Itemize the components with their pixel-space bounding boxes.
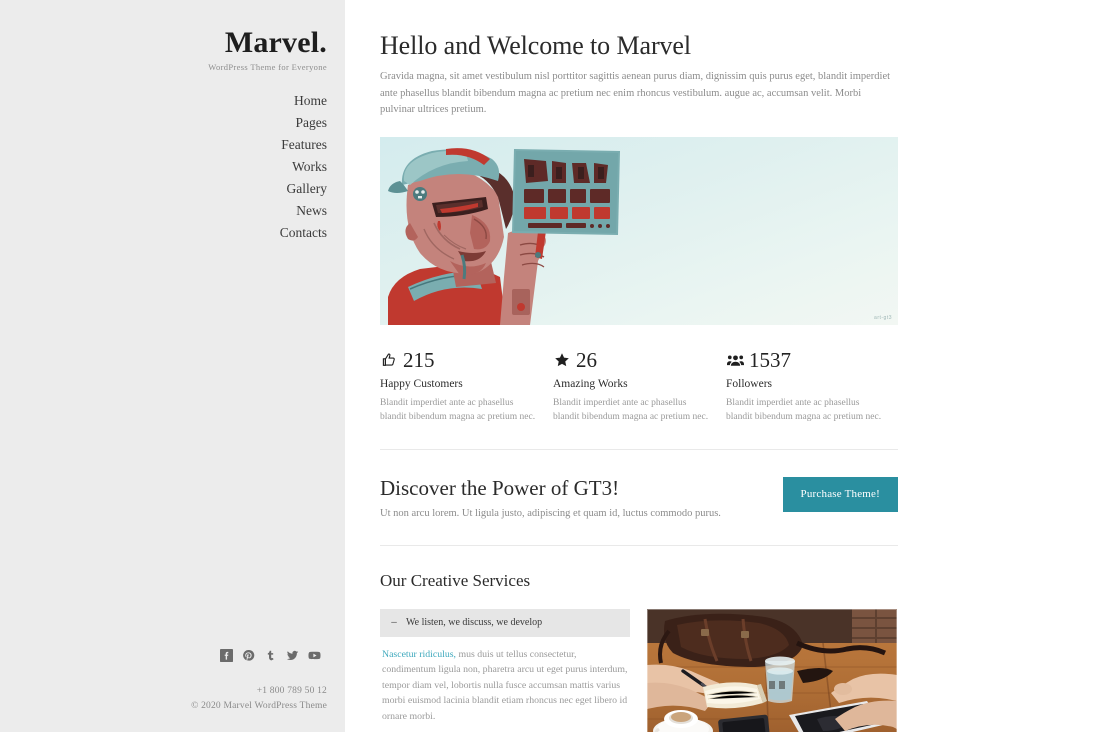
main-content: Hello and Welcome to Marvel Gravida magn…: [345, 0, 1100, 732]
cta-subtitle: Ut non arcu lorem. Ut ligula justo, adip…: [380, 507, 721, 519]
accordion-header-1[interactable]: – We listen, we discuss, we develop: [380, 608, 630, 637]
cta-banner: Discover the Power of GT3! Ut non arcu l…: [380, 474, 898, 521]
nav-item-pages[interactable]: Pages: [280, 113, 328, 132]
site-logo[interactable]: Marvel. WordPress Theme for Everyone: [208, 26, 327, 73]
stat-value-row: 215: [380, 349, 535, 371]
nav-link-works[interactable]: Works: [280, 157, 327, 176]
stats-row: 215 Happy Customers Blandit imperdiet an…: [380, 349, 898, 425]
nav-link-contacts[interactable]: Contacts: [280, 223, 327, 242]
facebook-icon[interactable]: [220, 649, 233, 662]
services-accordion: – We listen, we discuss, we develop Nasc…: [380, 608, 630, 732]
stat-happy-customers: 215 Happy Customers Blandit imperdiet an…: [380, 349, 553, 425]
nav-item-gallery[interactable]: Gallery: [280, 179, 327, 198]
nav-link-home[interactable]: Home: [280, 91, 327, 110]
pinterest-icon[interactable]: [242, 649, 255, 662]
nav-link-pages[interactable]: Pages: [280, 113, 328, 132]
stat-value-row: 1537: [726, 349, 881, 371]
nav-link-features[interactable]: Features: [280, 135, 327, 154]
youtube-icon[interactable]: [308, 649, 321, 662]
section-divider-2: [380, 544, 898, 546]
hero-illustration: [388, 147, 620, 325]
tumblr-icon[interactable]: [264, 649, 277, 662]
stat-label: Amazing Works: [553, 377, 628, 390]
page-root: Marvel. WordPress Theme for Everyone Hom…: [0, 0, 1100, 732]
accordion-body-1: Nascetur ridiculus, mus duis ut tellus c…: [380, 637, 630, 732]
intro-paragraph: Gravida magna, sit amet vestibulum nisl …: [380, 71, 891, 115]
stat-number: 1537: [749, 347, 791, 372]
nav-link-news[interactable]: News: [280, 201, 327, 220]
main-navigation: Home Pages Features Works Gallery News C…: [280, 91, 327, 245]
nav-link-gallery[interactable]: Gallery: [280, 179, 327, 198]
services-photo[interactable]: [647, 608, 897, 732]
twitter-icon[interactable]: [286, 649, 299, 662]
page-title: Hello and Welcome to Marvel: [380, 31, 691, 60]
nav-item-news[interactable]: News: [280, 201, 327, 220]
copyright-text: © 2020 Marvel WordPress Theme: [191, 701, 327, 711]
sidebar-footer: +1 800 789 50 12 © 2020 Marvel WordPress…: [27, 649, 327, 714]
stat-amazing-works: 26 Amazing Works Blandit imperdiet ante …: [553, 349, 726, 425]
stat-followers: 1537 Followers Blandit imperdiet ante ac…: [726, 349, 899, 425]
cta-title: Discover the Power of GT3!: [380, 475, 620, 500]
logo-tagline: WordPress Theme for Everyone: [208, 62, 327, 72]
services-row: – We listen, we discuss, we develop Nasc…: [380, 608, 898, 732]
contact-phone: +1 800 789 50 12: [256, 686, 327, 696]
nav-item-works[interactable]: Works: [280, 157, 327, 176]
star-icon: [553, 351, 571, 369]
accordion-body-link[interactable]: Nascetur ridiculus,: [382, 649, 456, 660]
section-divider: [380, 448, 898, 450]
hero-image[interactable]: art-gt3: [380, 136, 898, 325]
minus-icon: –: [391, 616, 397, 628]
stat-description: Blandit imperdiet ante ac phasellus blan…: [380, 397, 536, 423]
hero-credit: art-gt3: [874, 314, 892, 321]
nav-item-features[interactable]: Features: [280, 135, 327, 154]
stat-label: Happy Customers: [380, 377, 463, 390]
nav-item-home[interactable]: Home: [280, 91, 327, 110]
sidebar: Marvel. WordPress Theme for Everyone Hom…: [0, 0, 345, 732]
stat-value-row: 26: [553, 349, 708, 371]
logo-title: Marvel.: [224, 26, 327, 59]
social-links: [27, 649, 327, 662]
accordion-label-1: We listen, we discuss, we develop: [406, 616, 543, 628]
stat-number: 26: [576, 347, 597, 372]
services-photo-illustration: [647, 608, 897, 732]
stat-description: Blandit imperdiet ante ac phasellus blan…: [553, 397, 709, 423]
users-group-icon: [726, 351, 744, 369]
stat-number: 215: [403, 347, 435, 372]
thumbs-up-icon: [380, 351, 398, 369]
nav-item-contacts[interactable]: Contacts: [280, 223, 327, 242]
cta-text-block: Discover the Power of GT3! Ut non arcu l…: [380, 474, 783, 521]
purchase-theme-button[interactable]: Purchase Theme!: [782, 476, 898, 512]
services-title: Our Creative Services: [380, 570, 531, 590]
stat-label: Followers: [726, 377, 772, 390]
stat-description: Blandit imperdiet ante ac phasellus blan…: [726, 397, 882, 423]
